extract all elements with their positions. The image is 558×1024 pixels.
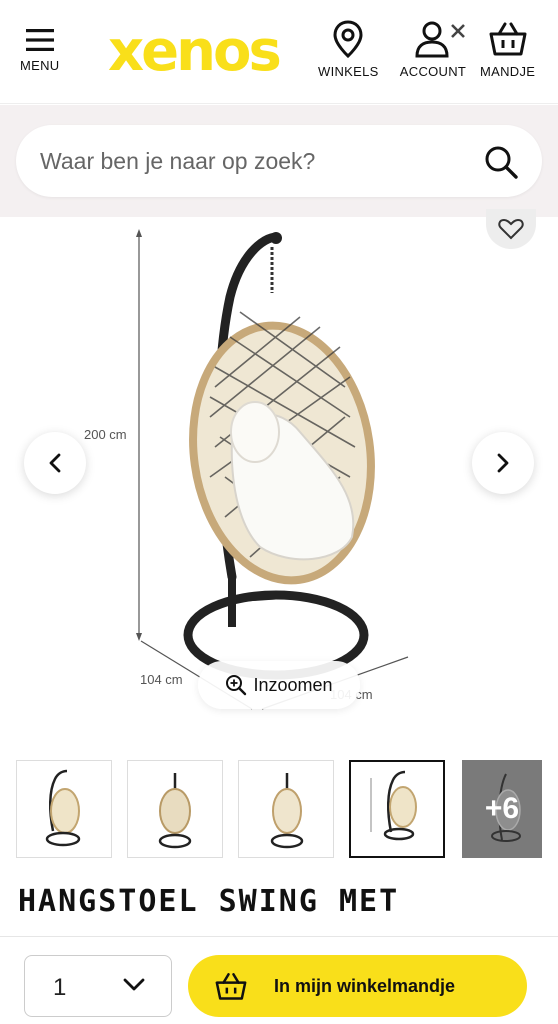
close-icon — [451, 24, 465, 38]
product-title: HANGSTOEL SWING MET STANDAARD - NATUREL — [18, 884, 400, 938]
product-thumbnail-image — [45, 769, 81, 847]
quantity-value: 1 — [53, 974, 67, 1001]
search-icon[interactable] — [484, 145, 518, 179]
basket-icon — [215, 973, 247, 1000]
stores-label: WINKELS — [318, 64, 379, 79]
menu-label: MENU — [20, 58, 60, 73]
add-to-cart-button[interactable]: In mijn winkelmandje — [188, 955, 527, 1017]
previous-image-button[interactable] — [24, 432, 86, 494]
zoom-in-icon — [226, 675, 247, 696]
search-input[interactable] — [40, 143, 470, 179]
product-gallery[interactable]: 200 cm 104 cm 104 cm Inzoomen — [0, 209, 558, 747]
user-icon — [415, 21, 465, 58]
menu-icon — [25, 29, 54, 51]
site-header: MENU xenos WINKELS ACCOUNT MANDJE — [0, 0, 558, 104]
add-to-cart-label: In mijn winkelmandje — [274, 975, 456, 996]
thumbnail-strip: +6 — [16, 760, 558, 858]
chevron-down-icon — [123, 978, 145, 991]
thumbnail-item[interactable] — [16, 760, 112, 858]
zoom-button[interactable]: Inzoomen — [198, 661, 360, 709]
account-button[interactable]: ACCOUNT — [398, 20, 468, 79]
more-images-count: +6 — [484, 792, 520, 825]
thumbnail-item[interactable] — [238, 760, 334, 858]
product-page: MENU xenos WINKELS ACCOUNT MANDJE Waar b… — [0, 0, 558, 1024]
map-pin-icon — [333, 20, 363, 58]
product-thumbnail-image — [158, 773, 192, 849]
cart-button[interactable]: MANDJE — [480, 20, 535, 79]
search-bar — [16, 125, 542, 197]
width-dimension-label: 104 cm — [140, 672, 183, 687]
quantity-select[interactable]: 1 — [24, 955, 172, 1017]
search-section — [0, 105, 558, 217]
purchase-bar: 1 In mijn winkelmandje — [0, 936, 558, 1024]
height-dimension-label: 200 cm — [84, 427, 127, 442]
menu-button[interactable]: MENU — [20, 28, 59, 73]
product-thumbnail-image — [370, 770, 417, 841]
stores-button[interactable]: WINKELS — [318, 20, 379, 79]
zoom-label: Inzoomen — [253, 674, 333, 695]
thumbnail-item[interactable] — [127, 760, 223, 858]
chevron-right-icon — [497, 453, 509, 473]
basket-icon — [489, 22, 527, 56]
thumbnail-item-active[interactable] — [349, 760, 445, 858]
xenos-logo[interactable]: xenos — [108, 22, 282, 82]
account-label: ACCOUNT — [399, 64, 467, 79]
next-image-button[interactable] — [472, 432, 534, 494]
more-images-button[interactable]: +6 — [462, 760, 542, 858]
product-thumbnail-image — [270, 773, 304, 849]
chevron-left-icon — [49, 453, 61, 473]
cart-label: MANDJE — [480, 64, 536, 79]
